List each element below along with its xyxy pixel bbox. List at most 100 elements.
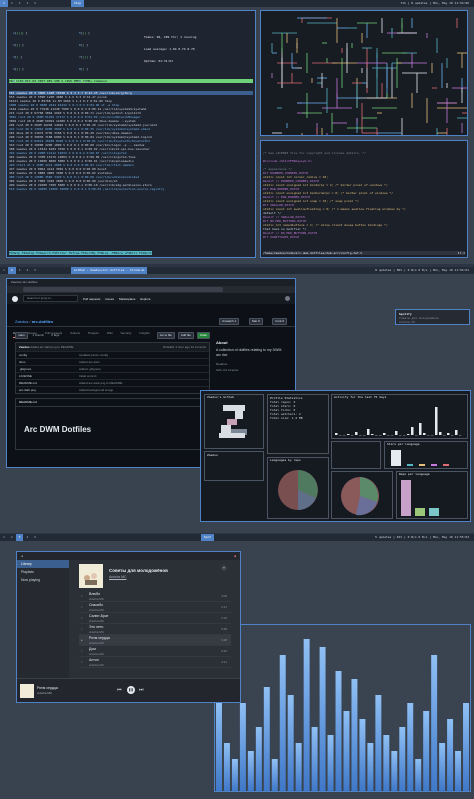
star-button[interactable]: Star 0 [248, 318, 263, 325]
album-menu-icon[interactable]: ▾ [221, 565, 227, 571]
file-name[interactable]: .gitignore [19, 366, 79, 372]
add-file-button[interactable]: Add file [177, 332, 194, 339]
sidebar-item-library[interactable]: Library [17, 560, 69, 568]
file-row[interactable]: dwm Added arc-dwm [16, 358, 209, 365]
editor-terminal[interactable]: /* See LICENSE file for copyright and li… [260, 140, 468, 258]
code-button[interactable]: Code [196, 332, 210, 339]
tag-2[interactable]: 2 [8, 534, 16, 541]
tag-1[interactable]: 1 [0, 0, 8, 7]
track-row[interactable]: ♪ Антон Antoha MC 4:11 [79, 657, 231, 668]
track-row[interactable]: ♪ Влюбл Antoha MC 4:00 [79, 591, 231, 602]
tag-4[interactable]: 4 [23, 534, 31, 541]
browser-tabbar[interactable]: Zaedus/arc-dotfiles [7, 279, 295, 286]
file-row[interactable]: LICENSE Initial commit [16, 372, 209, 379]
track-artist: Antoha MC [89, 641, 105, 645]
tag-4[interactable]: 4 [23, 0, 31, 7]
previous-icon[interactable]: ⏮ [117, 687, 122, 693]
tag-5[interactable]: 5 [31, 534, 39, 541]
function-keys[interactable]: F1Help F2Setup F3Search F4Filter F5Tree … [9, 251, 152, 255]
sidebar-item-now-playing[interactable]: Now playing [17, 576, 69, 584]
nav-issues[interactable]: Issues [105, 297, 114, 301]
commit-hash[interactable]: 8c42ab1 [163, 345, 175, 349]
activity-bar [355, 432, 358, 435]
process-list[interactable]: 501 zaedus 20 0 306M 144M 79348 S 9.3 3.… [9, 91, 253, 191]
file-name[interactable]: README.md [19, 380, 79, 386]
repo-owner[interactable]: Zaedus [15, 319, 28, 324]
file-name[interactable]: LICENSE [19, 373, 79, 379]
commit-author[interactable]: Zaedus [19, 345, 30, 349]
track-row[interactable]: ♪ Салют-Брат Antoha MC 3:19 [79, 613, 231, 624]
close-icon[interactable]: ● [234, 552, 236, 560]
next-icon[interactable]: ⏭ [139, 687, 144, 693]
commit-message[interactable]: Added arc-dark.png to README [30, 345, 73, 349]
file-row[interactable]: .gitignore Added .gitignore [16, 365, 209, 372]
about-description: A collection of dotfiles relating to my … [216, 348, 282, 357]
track-title: Ритм сердца [89, 636, 110, 640]
file-row[interactable]: config Updated picom config [16, 351, 209, 358]
file-name[interactable]: arc-dark.png [19, 387, 79, 393]
watch-button[interactable]: Unwatch 1 [218, 318, 240, 325]
nav-explore[interactable]: Explore [140, 297, 150, 301]
file-commit-message[interactable]: Added arc-dark.png to README [79, 380, 122, 386]
address-bar[interactable] [7, 286, 295, 293]
maze-terminal[interactable] [260, 10, 468, 136]
tags-link[interactable]: 0 tags [49, 333, 61, 338]
file-commit-message[interactable]: Added background image [79, 387, 113, 393]
nav-marketplace[interactable]: Marketplace [119, 297, 135, 301]
repo-per-language-chart: Repo per language [396, 471, 468, 519]
file-row[interactable]: arc-dark.png Added background image [16, 386, 209, 393]
track-row[interactable]: ♪ Дом Antoha MC 3:40 [79, 646, 231, 657]
branch-select[interactable]: main [15, 332, 28, 339]
tag-4[interactable]: 4 [23, 267, 31, 274]
window-title: Spot [200, 534, 215, 541]
activity-bar [411, 427, 414, 435]
track-row[interactable]: ♪ Это лето Antoha MC 3:28 [79, 624, 231, 635]
go-to-file-button[interactable]: Go to file [156, 332, 175, 339]
tag-3[interactable]: 3 [16, 0, 24, 7]
sidebar-item-playlists[interactable]: Playlists [17, 568, 69, 576]
tag-3[interactable]: 3 [15, 534, 24, 541]
search-input[interactable]: Search or jump to... [23, 295, 78, 302]
file-row[interactable]: README.md Added arc-dark.png to README [16, 379, 209, 386]
track-title: Салют-Брат [89, 614, 109, 618]
file-commit-message[interactable]: Added .gitignore [79, 366, 101, 372]
window-title: GitHub - Zaedus/arc-dotfiles - Chromium [70, 267, 148, 274]
tag-3[interactable]: 3 [16, 267, 24, 274]
repo-name[interactable]: arc-dotfiles [32, 319, 54, 324]
pause-icon[interactable]: ❚❚ [127, 686, 135, 694]
htop-terminal[interactable]: 1[|||| ] 2[|| ] 3[| ] 4[|| ] M[||||| ] 5… [6, 10, 256, 258]
tag-5[interactable]: 5 [31, 0, 39, 7]
track-row[interactable]: ▶ Ритм сердца Antoha MC 3:48 [79, 635, 231, 646]
track-artist: Antoha MC [89, 663, 105, 667]
track-artist: Antoha MC [89, 630, 105, 634]
notification-popup[interactable]: Spotify Советы для молодожёнов Antoha МС [395, 309, 470, 325]
back-icon[interactable]: ◀ [21, 554, 23, 558]
track-icon: ♪ [81, 605, 83, 609]
tag-1[interactable]: 1 [0, 267, 8, 274]
spot-window: ◀ ● Library Playlists Now playing Советы… [16, 551, 241, 703]
file-commit-message[interactable]: Updated picom config [79, 352, 108, 358]
file-name[interactable]: dwm [19, 359, 79, 365]
readme-file-label: README.md [16, 399, 209, 407]
tag-1[interactable]: 1 [0, 534, 8, 541]
fork-button[interactable]: Fork 0 [272, 318, 287, 325]
license-link[interactable]: GPL-3.0 License [216, 367, 286, 373]
file-commit-message[interactable]: Initial commit [79, 373, 97, 379]
username: Zaedus [207, 453, 218, 457]
tag-2[interactable]: 2 [7, 267, 16, 274]
branches-link[interactable]: 1 branch [31, 333, 47, 338]
file-commit-message[interactable]: Added arc-dwm [79, 359, 100, 365]
track-row[interactable]: ♪ Спасибо Antoha MC 4:17 [79, 602, 231, 613]
tag-5[interactable]: 5 [31, 267, 39, 274]
album-artist[interactable]: Antoha МС [109, 575, 127, 579]
tag-2[interactable]: 2 [8, 0, 16, 7]
visualizer-bar [423, 711, 430, 791]
github-logo-icon[interactable] [12, 295, 18, 302]
process-row[interactable]: 510 zaedus 20 0 42000 13000 10000 S 0.0 … [9, 187, 253, 191]
file-section: main 1 branch 0 tags Go to file Add file… [15, 332, 210, 450]
commits-link[interactable]: 12 commits [191, 345, 206, 349]
nav-pull-requests[interactable]: Pull requests [83, 297, 100, 301]
now-playing-cover [20, 684, 34, 698]
avatar[interactable] [285, 296, 290, 301]
file-name[interactable]: config [19, 352, 79, 358]
